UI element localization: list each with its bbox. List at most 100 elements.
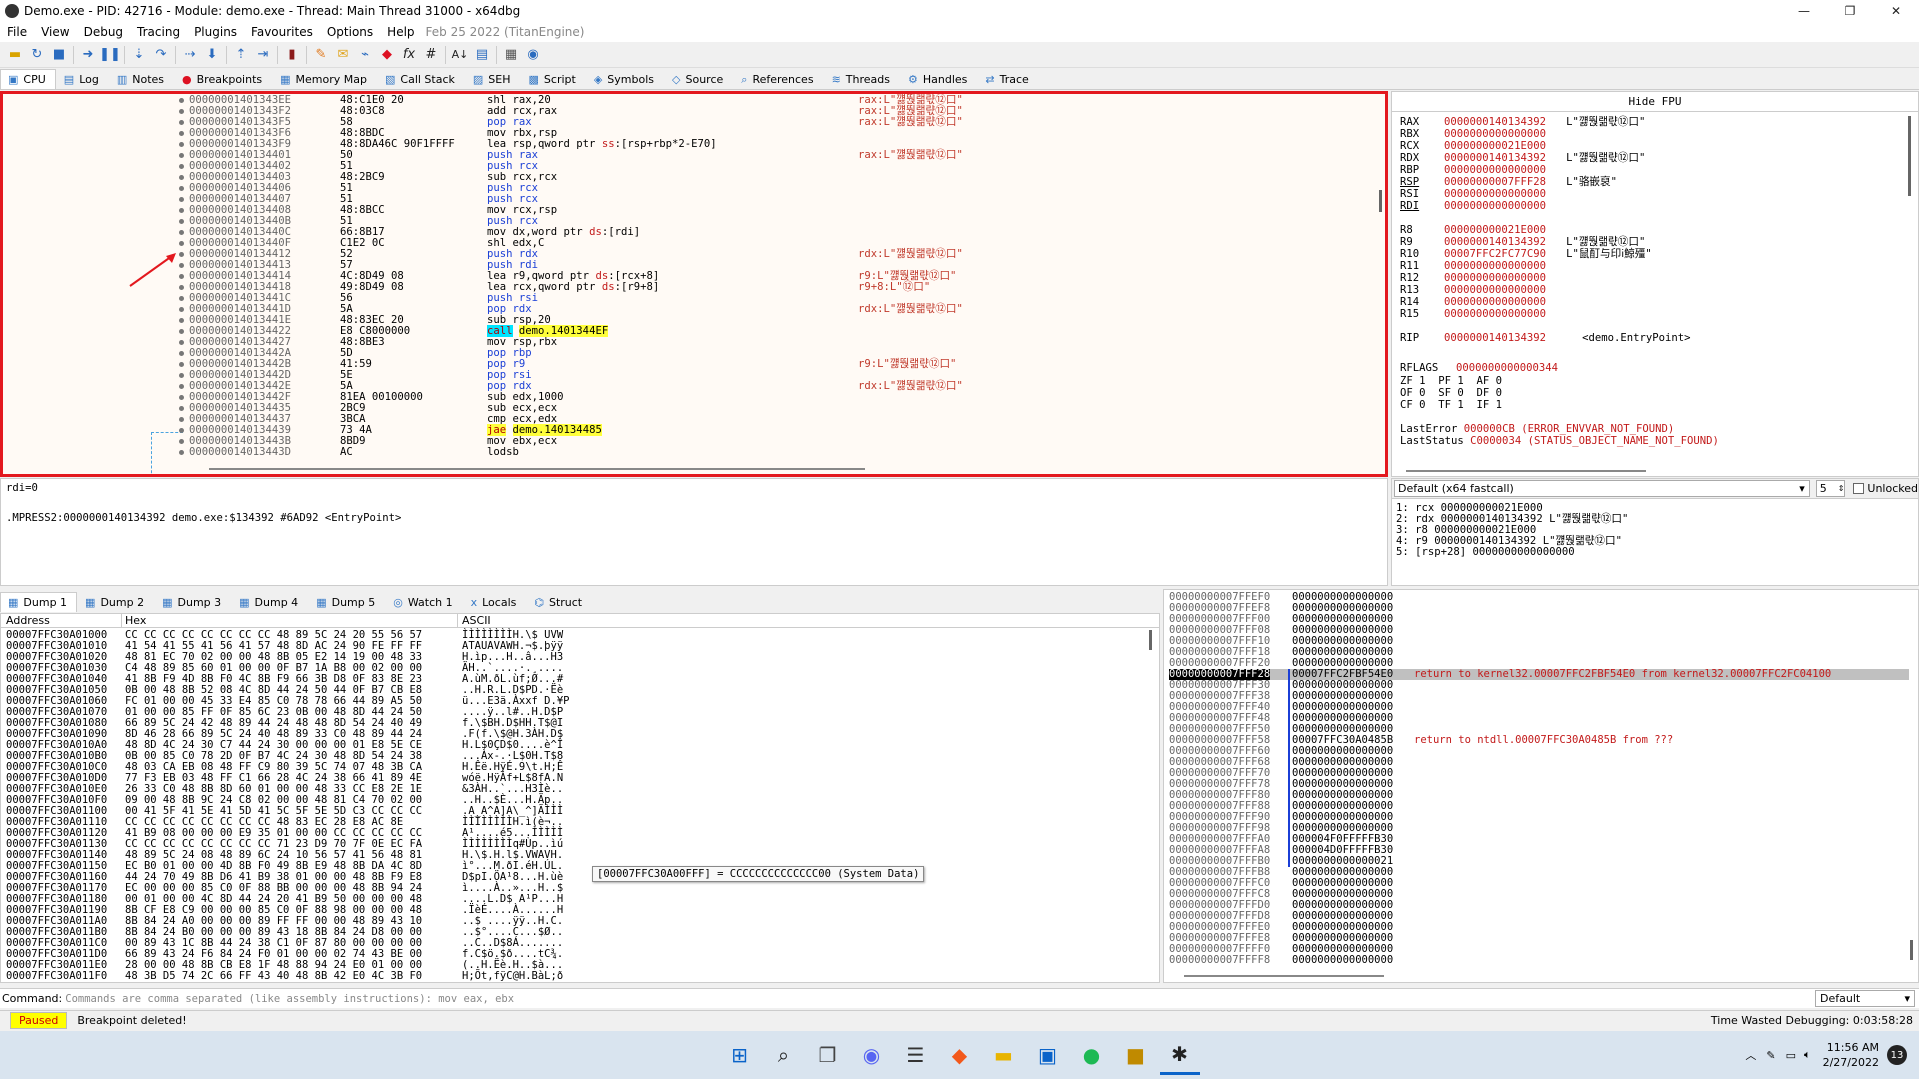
- tab-dump-5[interactable]: ▦ Dump 5: [308, 592, 385, 612]
- stack-row[interactable]: 00000000007FFF58 00007FFC30A0485B return t…: [1169, 735, 1909, 746]
- breakpoint-dot[interactable]: [179, 164, 184, 169]
- stack-row[interactable]: 00000000007FFF28 00007FFC2FBF54E0 return t…: [1169, 669, 1909, 680]
- tab-trace[interactable]: ⇄ Trace: [977, 69, 1038, 89]
- stack-row[interactable]: 00000000007FFF78 0000000000000000: [1169, 779, 1909, 790]
- ascii-column-header[interactable]: ASCII: [462, 614, 491, 627]
- tab-dump-4[interactable]: ▦ Dump 4: [231, 592, 308, 612]
- registers-panel[interactable]: Hide FPU RFLAGS 0000000000000344 ZF 1 PF …: [1391, 91, 1919, 477]
- flags-row-3[interactable]: CF 0 TF 1 IF 1: [1400, 399, 1502, 411]
- patch-icon[interactable]: ✎: [310, 45, 332, 65]
- register-value[interactable]: 000000000021E000: [1444, 140, 1546, 152]
- hide-fpu-button[interactable]: Hide FPU: [1392, 92, 1918, 112]
- step-into-icon[interactable]: ⇣: [128, 45, 150, 65]
- register-value[interactable]: 0000000140134392: [1444, 116, 1546, 128]
- register-row-r10[interactable]: R10 00007FFC2FC77C90 L"鼠酊与印ⅰ鯨殭": [1400, 248, 1652, 260]
- stack-row[interactable]: 00000000007FFF88 0000000000000000: [1169, 801, 1909, 812]
- tab-watch-1[interactable]: ◎ Watch 1: [385, 592, 462, 612]
- register-row-rcx[interactable]: RCX 000000000021E000: [1400, 140, 1566, 152]
- breakpoint-dot[interactable]: [179, 384, 184, 389]
- label-icon[interactable]: ⌁: [354, 45, 376, 65]
- register-row-r8[interactable]: R8 000000000021E000: [1400, 224, 1566, 236]
- search-icon[interactable]: ⌕: [764, 1035, 804, 1075]
- scylla-icon[interactable]: ▮: [281, 45, 303, 65]
- list-app-icon[interactable]: ☰: [896, 1035, 936, 1075]
- breakpoint-dot[interactable]: [179, 450, 184, 455]
- tab-breakpoints[interactable]: ● Breakpoints: [174, 69, 272, 89]
- command-mode-select[interactable]: Default ▾: [1815, 990, 1915, 1007]
- calculator-icon[interactable]: ▦: [500, 45, 522, 65]
- stack-row[interactable]: 00000000007FFFC8 0000000000000000: [1169, 889, 1909, 900]
- hash-icon[interactable]: #: [420, 45, 442, 65]
- dnspy-icon[interactable]: ■: [1116, 1035, 1156, 1075]
- register-value[interactable]: 0000000000000000: [1444, 200, 1546, 212]
- stack-row[interactable]: 00000000007FFFF8 0000000000000000: [1169, 955, 1909, 966]
- register-value[interactable]: 00000000007FFF28: [1444, 176, 1546, 188]
- register-value[interactable]: 0000000000000000: [1444, 188, 1546, 200]
- dump-row[interactable]: 00007FFC30A011F0 48 3B D5 74 2C 66 FF 43 …: [1, 971, 1141, 982]
- register-row-r11[interactable]: R11 0000000000000000: [1400, 260, 1566, 272]
- register-value[interactable]: 0000000000000000: [1444, 272, 1546, 284]
- breakpoint-dot[interactable]: [179, 351, 184, 356]
- volume-icon[interactable]: 🔈︎: [1804, 1048, 1811, 1062]
- register-row-r13[interactable]: R13 0000000000000000: [1400, 284, 1566, 296]
- call-arg-5[interactable]: 5: [rsp+28] 0000000000000000: [1396, 547, 1575, 558]
- breakpoint-dot[interactable]: [179, 318, 184, 323]
- stack-row[interactable]: 00000000007FFF30 0000000000000000: [1169, 680, 1909, 691]
- register-value[interactable]: 00007FFC2FC77C90: [1444, 248, 1546, 260]
- breakpoint-dot[interactable]: [179, 340, 184, 345]
- function-icon[interactable]: fx: [398, 45, 420, 65]
- discord-icon[interactable]: ◉: [852, 1035, 892, 1075]
- execute-till-return-icon[interactable]: ⇡: [230, 45, 252, 65]
- clock[interactable]: 11:56 AM 2/27/2022: [1823, 1040, 1879, 1070]
- disasm-row[interactable]: 000000014013443D AC lodsb: [3, 447, 1383, 458]
- tab-memory-map[interactable]: ▦ Memory Map: [272, 69, 377, 89]
- stack-row[interactable]: 00000000007FFFA0 000004F0FFFFFB30: [1169, 834, 1909, 845]
- spotify-icon[interactable]: ●: [1072, 1035, 1112, 1075]
- register-value[interactable]: 0000000140134392: [1444, 236, 1546, 248]
- stack-row[interactable]: 00000000007FFFB0 0000000000000021: [1169, 856, 1909, 867]
- breakpoint-dot[interactable]: [179, 131, 184, 136]
- breakpoint-dot[interactable]: [179, 208, 184, 213]
- stack-row[interactable]: 00000000007FFFE8 0000000000000000: [1169, 933, 1909, 944]
- breakpoint-dot[interactable]: [179, 241, 184, 246]
- tab-handles[interactable]: ⚙ Handles: [900, 69, 977, 89]
- tab-references[interactable]: ⌕ References: [733, 69, 823, 89]
- flags-row-1[interactable]: ZF 1 PF 1 AF 0: [1400, 375, 1502, 387]
- trace-into-icon[interactable]: ⇢: [179, 45, 201, 65]
- restart-icon[interactable]: ↻: [26, 45, 48, 65]
- stack-row[interactable]: 00000000007FFF80 0000000000000000: [1169, 790, 1909, 801]
- tab-log[interactable]: ▤ Log: [56, 69, 109, 89]
- register-row-rsp[interactable]: RSP 00000000007FFF28 L"骆嵌裒": [1400, 176, 1617, 188]
- tab-dump-3[interactable]: ▦ Dump 3: [154, 592, 231, 612]
- register-value[interactable]: 0000000140134392: [1444, 332, 1546, 344]
- run-to-user-code-icon[interactable]: ⇥: [252, 45, 274, 65]
- register-value[interactable]: 0000000000000000: [1444, 308, 1546, 320]
- stack-row[interactable]: 00000000007FFEF0 0000000000000000: [1169, 592, 1909, 603]
- regs-hscroll-thumb[interactable]: [1406, 470, 1646, 472]
- tab-threads[interactable]: ≋ Threads: [824, 69, 900, 89]
- stack-view[interactable]: 00000000007FFEF0 0000000000000000 00000000…: [1163, 589, 1919, 983]
- breakpoint-dot[interactable]: [179, 142, 184, 147]
- stack-row[interactable]: 00000000007FFF70 0000000000000000: [1169, 768, 1909, 779]
- pen-icon[interactable]: ✎: [1766, 1049, 1775, 1062]
- register-value[interactable]: 0000000140134392: [1444, 152, 1546, 164]
- windows-start-icon[interactable]: ⊞: [720, 1035, 760, 1075]
- tab-script[interactable]: ▩ Script: [521, 69, 586, 89]
- register-row-r14[interactable]: R14 0000000000000000: [1400, 296, 1566, 308]
- help-icon[interactable]: ◉: [522, 45, 544, 65]
- register-row-rax[interactable]: RAX 0000000140134392 L"꺯뚽랢랷⑫口": [1400, 116, 1645, 128]
- notification-badge[interactable]: 13: [1887, 1045, 1907, 1065]
- breakpoint-dot[interactable]: [179, 274, 184, 279]
- breakpoint-dot[interactable]: [179, 373, 184, 378]
- unlocked-checkbox[interactable]: Unlocked: [1853, 482, 1918, 495]
- tab-struct[interactable]: ⌬ Struct: [526, 592, 592, 612]
- breakpoint-dot[interactable]: [179, 296, 184, 301]
- register-row-rdx[interactable]: RDX 0000000140134392 L"꺯뚽랢랷⑫口": [1400, 152, 1645, 164]
- trace-over-icon[interactable]: ⬇: [201, 45, 223, 65]
- stack-row[interactable]: 00000000007FFF00 0000000000000000: [1169, 614, 1909, 625]
- breakpoint-dot[interactable]: [179, 329, 184, 334]
- breakpoint-dot[interactable]: [179, 186, 184, 191]
- breakpoint-dot[interactable]: [179, 98, 184, 103]
- hex-column-header[interactable]: Hex: [125, 614, 146, 627]
- breakpoint-dot[interactable]: [179, 417, 184, 422]
